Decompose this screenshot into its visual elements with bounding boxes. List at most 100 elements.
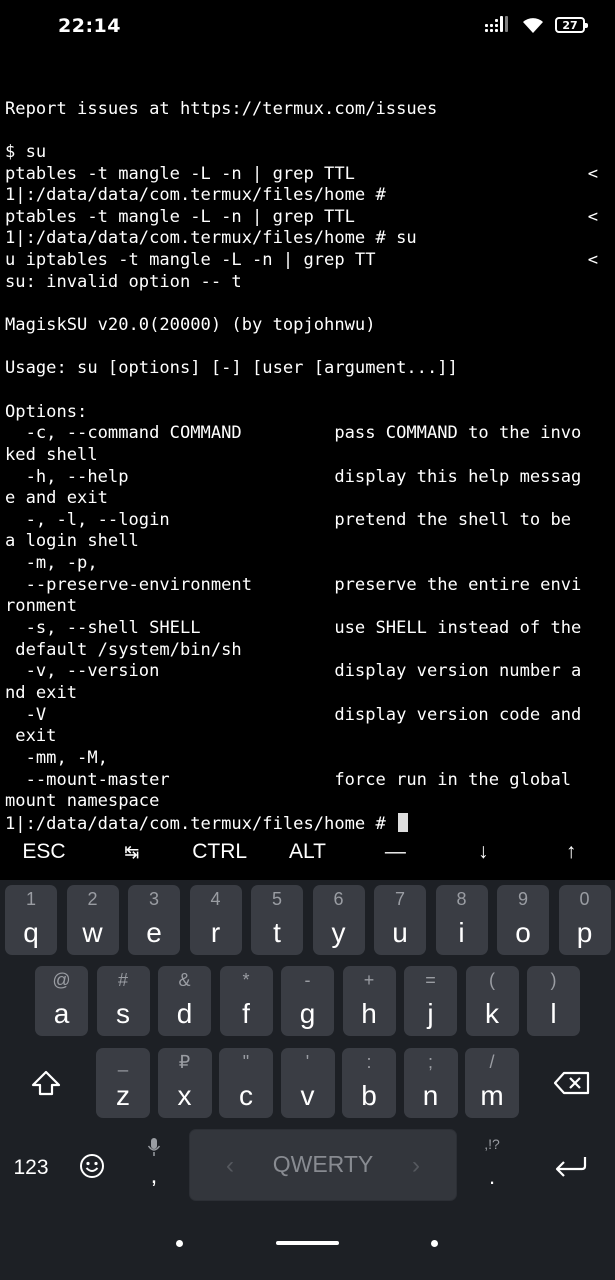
- terminal-line-text: exit: [5, 726, 57, 747]
- key-k[interactable]: (k: [465, 966, 519, 1036]
- key-hint: 1: [25, 889, 36, 909]
- truncation-marker: <: [587, 250, 598, 271]
- key-label: c: [239, 1080, 253, 1111]
- status-bar: 22:14 27: [0, 0, 615, 56]
- key-f[interactable]: * f: [219, 966, 273, 1036]
- numbers-key[interactable]: 123: [0, 1130, 62, 1202]
- ctrl-key[interactable]: CTRL: [176, 828, 264, 876]
- arrow-down-key[interactable]: ↓: [439, 828, 527, 876]
- key-r[interactable]: 4r: [189, 885, 242, 955]
- status-time: 22:14: [58, 15, 121, 37]
- terminal-line-text: -V display version code and: [5, 704, 582, 725]
- key-n[interactable]: ; n: [403, 1048, 458, 1118]
- key-w[interactable]: 2w: [66, 885, 119, 955]
- tab-key[interactable]: ↹: [88, 828, 176, 876]
- nav-menu-button[interactable]: [176, 1240, 183, 1247]
- key-label: h: [361, 998, 377, 1029]
- key-label: p: [576, 917, 593, 948]
- key-x[interactable]: ₽ x: [157, 1048, 212, 1118]
- key-z[interactable]: _ z: [96, 1048, 150, 1118]
- backspace-key[interactable]: [532, 1048, 612, 1118]
- key-label: z: [116, 1080, 130, 1111]
- key-e[interactable]: 3e: [128, 885, 180, 955]
- terminal-line-text: --mount-master force run in the global: [5, 769, 572, 790]
- terminal-line: -, -l, --login pretend the shell to be: [5, 510, 613, 532]
- terminal-output[interactable]: Report issues at https://termux.com/issu…: [5, 77, 613, 834]
- alt-key[interactable]: ALT: [264, 828, 352, 876]
- terminal-line: Report issues at https://termux.com/issu…: [5, 99, 613, 121]
- terminal-line: -s, --shell SHELL use SHELL instead of t…: [5, 618, 613, 640]
- terminal-line: ptables -t mangle -L -n | grep TTL <: [5, 164, 613, 186]
- emoji-key[interactable]: [62, 1130, 122, 1202]
- shift-key[interactable]: [8, 1048, 84, 1118]
- key-a[interactable]: @ a: [35, 966, 88, 1036]
- period-key[interactable]: ,!? .: [462, 1130, 522, 1202]
- battery-level: 27: [562, 18, 578, 32]
- terminal-line: -h, --help display this help messag: [5, 467, 613, 489]
- key-hint: /: [489, 1052, 495, 1072]
- key-hint: _: [117, 1052, 128, 1072]
- enter-key[interactable]: [530, 1130, 610, 1202]
- terminal-line-text: e and exit: [5, 488, 108, 509]
- terminal-line: ronment: [5, 596, 613, 618]
- extra-keys-row: ESC ↹ CTRL ALT — ↓ ↑: [0, 828, 615, 876]
- arrow-up-key[interactable]: ↑: [527, 828, 615, 876]
- key-t[interactable]: 5t: [251, 885, 303, 955]
- key-p[interactable]: 0p: [558, 885, 611, 955]
- terminal-line-text: nd exit: [5, 682, 78, 703]
- space-key[interactable]: ‹ QWERTY ›: [189, 1129, 457, 1201]
- key-l[interactable]: ) l: [527, 966, 580, 1036]
- key-i[interactable]: 8i: [435, 885, 488, 955]
- terminal-line: 1|:/data/data/com.termux/files/home #: [5, 185, 613, 207]
- nav-back-button[interactable]: [431, 1240, 438, 1247]
- comma-key[interactable]: ,: [124, 1130, 184, 1202]
- key-label: l: [550, 998, 557, 1029]
- terminal-line-text: -mm, -M,: [5, 747, 108, 768]
- terminal-line: default /system/bin/sh: [5, 640, 613, 662]
- key-hint: 2: [87, 889, 98, 909]
- key-b[interactable]: :b: [342, 1048, 396, 1118]
- key-o[interactable]: 9o: [497, 885, 549, 955]
- esc-key[interactable]: ESC: [0, 828, 88, 876]
- key-label: w: [82, 917, 103, 948]
- terminal-line: su: invalid option -- t: [5, 272, 613, 294]
- key-u[interactable]: 7u: [374, 885, 426, 955]
- key-q[interactable]: 1q: [5, 885, 57, 955]
- key-m[interactable]: / m: [465, 1048, 519, 1118]
- dash-key[interactable]: —: [351, 828, 439, 876]
- terminal-line-text: -, -l, --login pretend the shell to be: [5, 509, 572, 530]
- terminal-line: Options:: [5, 402, 613, 424]
- terminal-line-text: default /system/bin/sh: [5, 639, 242, 660]
- terminal-line-text: MagiskSU v20.0(20000) (by topjohnwu): [5, 315, 376, 336]
- key-hint: 0: [579, 889, 590, 909]
- key-j[interactable]: = j: [404, 966, 457, 1036]
- key-label: q: [23, 917, 39, 948]
- terminal-line-text: $ su: [5, 141, 47, 162]
- key-s[interactable]: # s: [96, 966, 150, 1036]
- key-label: t: [273, 917, 281, 948]
- key-c[interactable]: " c: [219, 1048, 273, 1118]
- terminal-line: Usage: su [options] [-] [user [argument.…: [5, 358, 613, 380]
- key-y[interactable]: 6y: [312, 885, 365, 955]
- terminal-line-text: a login shell: [5, 531, 139, 552]
- key-hint: @: [52, 970, 71, 990]
- terminal-line-text: ptables -t mangle -L -n | grep TTL: [5, 163, 355, 184]
- key-label: f: [242, 998, 250, 1029]
- key-v[interactable]: ' v: [280, 1048, 335, 1118]
- key-hint: 6: [333, 889, 344, 909]
- key-g[interactable]: -g: [281, 966, 334, 1036]
- key-hint: ': [305, 1052, 310, 1072]
- terminal-line-text: ked shell: [5, 444, 98, 465]
- key-d[interactable]: & d: [158, 966, 211, 1036]
- key-label: u: [392, 917, 408, 948]
- terminal-line-text: -s, --shell SHELL use SHELL instead of t…: [5, 618, 582, 639]
- terminal-line-text: 1|:/data/data/com.termux/files/home # su: [5, 228, 417, 249]
- key-hint: 8: [456, 889, 467, 909]
- key-h[interactable]: + h: [342, 966, 396, 1036]
- nav-home-button[interactable]: [276, 1241, 339, 1245]
- numbers-key-label: 123: [13, 1156, 49, 1179]
- terminal-line-text: Usage: su [options] [-] [user [argument.…: [5, 358, 458, 379]
- key-hint: ): [550, 970, 557, 990]
